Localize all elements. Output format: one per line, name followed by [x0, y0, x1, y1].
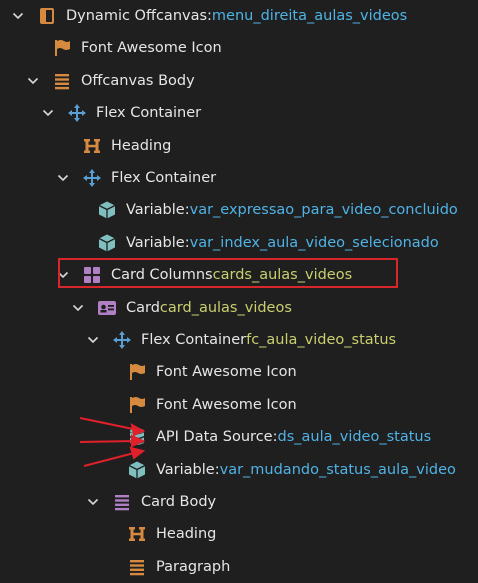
chevron-down-icon[interactable]: [55, 170, 71, 186]
tree-node-11[interactable]: Font Awesome Icon: [0, 356, 478, 388]
cube-icon: [96, 232, 118, 254]
tree-node-9[interactable]: Card card_aulas_videos: [0, 292, 478, 324]
node-type-label: Dynamic Offcanvas: [66, 8, 208, 24]
tree-node-6[interactable]: Variable: var_expressao_para_video_concl…: [0, 194, 478, 226]
lines-purple-icon: [111, 491, 133, 513]
node-type-label: Font Awesome Icon: [156, 364, 297, 381]
node-type-label: Paragraph: [156, 558, 231, 575]
tree-node-0[interactable]: Dynamic Offcanvas: menu_direita_aulas_vi…: [0, 0, 478, 32]
chevron-down-icon[interactable]: [85, 332, 101, 348]
tree-node-4[interactable]: Heading: [0, 130, 478, 162]
node-type-label: Heading: [156, 526, 217, 543]
tree-node-16[interactable]: Heading: [0, 518, 478, 550]
node-type-label: Variable: [156, 461, 215, 478]
node-type-label: Flex Container: [96, 105, 202, 122]
offcanvas-icon: [36, 5, 58, 27]
node-name-label: card_aulas_videos: [159, 299, 292, 316]
tree-node-17[interactable]: Paragraph: [0, 551, 478, 583]
node-name-label: ds_aula_video_status: [277, 429, 432, 446]
heading-icon: [81, 135, 103, 157]
node-type-label: Offcanvas Body: [81, 72, 195, 89]
tree-node-14[interactable]: Variable: var_mudando_status_aula_video: [0, 454, 478, 486]
node-type-label: Font Awesome Icon: [156, 396, 297, 413]
flag-icon: [126, 394, 148, 416]
node-type-label: API Data Source: [156, 429, 273, 446]
tree-node-10[interactable]: Flex Container fc_aula_video_status: [0, 324, 478, 356]
cube-icon: [96, 199, 118, 221]
node-type-label: Card: [126, 299, 160, 316]
node-type-label: Variable: [126, 202, 185, 219]
move-icon: [81, 167, 103, 189]
tree-node-5[interactable]: Flex Container: [0, 162, 478, 194]
chevron-down-icon[interactable]: [40, 105, 56, 121]
move-icon: [111, 329, 133, 351]
tree-node-13[interactable]: API Data Source: ds_aula_video_status: [0, 421, 478, 453]
node-type-label: Flex Container: [141, 332, 247, 348]
database-icon: [126, 426, 148, 448]
lines-icon: [51, 70, 73, 92]
node-type-label: Flex Container: [111, 170, 217, 186]
lines-icon: [126, 556, 148, 578]
node-name-label: var_mudando_status_aula_video: [219, 461, 456, 478]
card-icon: [96, 297, 118, 319]
move-icon: [66, 102, 88, 124]
chevron-down-icon[interactable]: [10, 8, 26, 24]
chevron-down-icon[interactable]: [25, 73, 41, 89]
tree-node-12[interactable]: Font Awesome Icon: [0, 389, 478, 421]
cube-icon: [126, 459, 148, 481]
tree-node-1[interactable]: Font Awesome Icon: [0, 32, 478, 64]
tree-node-3[interactable]: Flex Container: [0, 97, 478, 129]
tree-node-2[interactable]: Offcanvas Body: [0, 65, 478, 97]
node-type-label: Card Body: [141, 494, 217, 510]
node-type-label: Heading: [111, 137, 172, 154]
heading-icon: [126, 523, 148, 545]
chevron-down-icon[interactable]: [70, 300, 86, 316]
node-name-label: var_index_aula_video_selecionado: [189, 234, 439, 251]
node-type-label: Font Awesome Icon: [81, 40, 222, 57]
flag-icon: [126, 361, 148, 383]
node-type-label: Variable: [126, 234, 185, 251]
tree-node-7[interactable]: Variable: var_index_aula_video_seleciona…: [0, 227, 478, 259]
selection-highlight-box: [58, 258, 398, 288]
chevron-down-icon[interactable]: [85, 494, 101, 510]
flag-icon: [51, 37, 73, 59]
node-name-label: fc_aula_video_status: [246, 332, 397, 348]
node-name-label: var_expressao_para_video_concluido: [189, 202, 458, 219]
node-name-label: menu_direita_aulas_videos: [211, 8, 408, 24]
tree-node-15[interactable]: Card Body: [0, 486, 478, 518]
